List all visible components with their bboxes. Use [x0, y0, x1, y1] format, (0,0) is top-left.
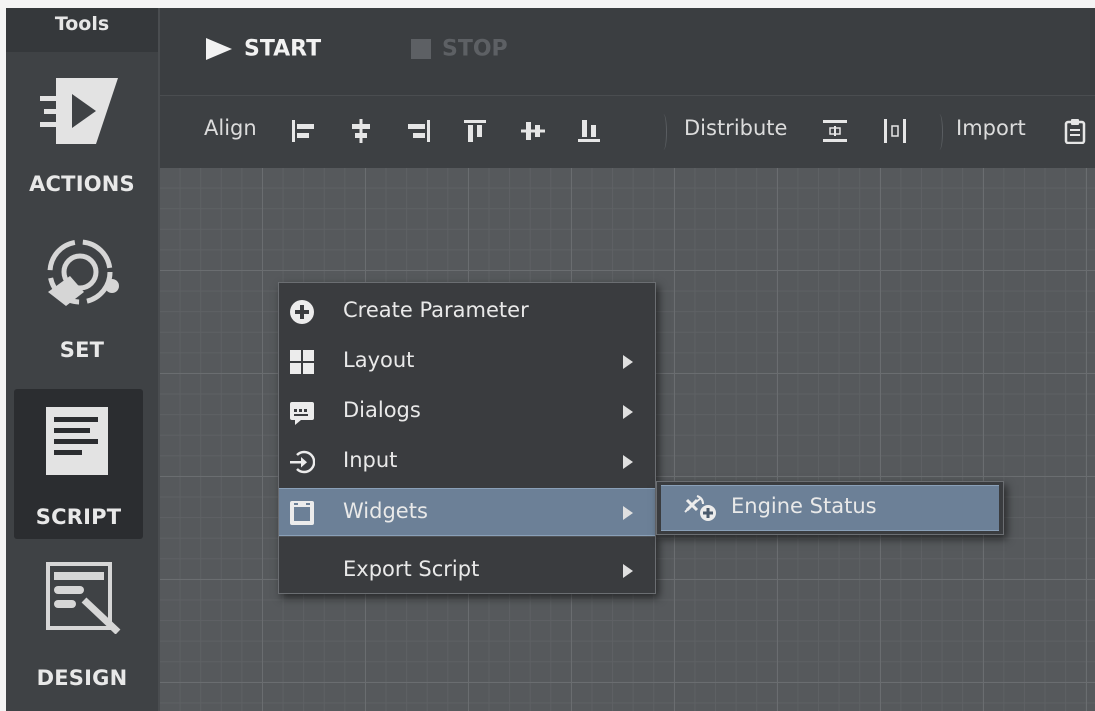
dialog-icon [290, 402, 314, 425]
tool-design[interactable]: DESIGN [6, 556, 158, 706]
align-middle-v-icon[interactable] [520, 118, 546, 144]
menu-item-label: Export Script [343, 557, 480, 581]
menu-item-label: Dialogs [343, 398, 421, 422]
input-icon [290, 450, 315, 474]
align-center-h-icon[interactable] [348, 118, 374, 144]
grid-icon [290, 350, 314, 374]
design-icon [46, 562, 121, 634]
menu-item-create-parameter[interactable]: Create Parameter [279, 288, 655, 336]
start-button[interactable]: START [204, 36, 321, 76]
chevron-right-icon [623, 405, 633, 419]
menu-separator [279, 536, 655, 537]
align-label: Align [204, 116, 257, 140]
tool-set-label: SET [59, 338, 105, 362]
submenu-item-engine-status[interactable]: Engine Status [661, 485, 999, 531]
run-toolbar: START STOP [160, 8, 1095, 95]
stop-label: STOP [442, 36, 508, 62]
stop-icon [411, 39, 431, 59]
align-top-icon[interactable] [462, 118, 488, 144]
distribute-vertical-icon[interactable] [822, 118, 848, 144]
tool-actions[interactable]: ACTIONS [6, 56, 158, 206]
menu-item-label: Widgets [343, 499, 428, 523]
menu-item-label: Input [343, 448, 398, 472]
clipboard-icon[interactable] [1062, 118, 1088, 144]
chevron-right-icon [623, 506, 633, 520]
distribute-horizontal-icon[interactable] [882, 118, 908, 144]
distribute-label: Distribute [684, 116, 788, 140]
app-window: Tools ACTIONS SET SCRIPT DESIGN START ST… [6, 8, 1095, 711]
toolbar-separator [660, 114, 667, 150]
menu-item-dialogs[interactable]: Dialogs [279, 388, 655, 436]
set-icon [47, 239, 119, 306]
tool-set[interactable]: SET [6, 228, 158, 378]
menu-item-layout[interactable]: Layout [279, 338, 655, 386]
menu-item-export-script[interactable]: Export Script [279, 547, 655, 595]
import-label: Import [956, 116, 1026, 140]
tool-script-label: SCRIPT [35, 505, 122, 529]
menu-item-widgets[interactable]: Widgets [279, 488, 655, 536]
satellite-add-icon [684, 495, 716, 521]
toolbar-separator [936, 114, 943, 150]
stop-button[interactable]: STOP [410, 36, 508, 76]
align-left-icon[interactable] [290, 118, 316, 144]
plus-circle-icon [290, 300, 314, 324]
tool-script[interactable]: SCRIPT [14, 389, 143, 539]
align-right-icon[interactable] [406, 118, 432, 144]
align-bottom-icon[interactable] [576, 118, 602, 144]
align-toolbar: Align Distribute Import [160, 96, 1095, 168]
widget-icon [290, 501, 314, 525]
tools-title: Tools [6, 8, 158, 52]
tool-actions-label: ACTIONS [29, 172, 135, 196]
tool-design-label: DESIGN [36, 666, 128, 690]
play-icon [206, 38, 232, 60]
widgets-submenu: Engine Status [656, 481, 1004, 535]
chevron-right-icon [623, 564, 633, 578]
tools-rail: Tools ACTIONS SET SCRIPT DESIGN [6, 8, 158, 711]
chevron-right-icon [623, 355, 633, 369]
start-label: START [244, 36, 322, 62]
context-menu: Create Parameter Layout Dialogs Input Wi… [278, 282, 656, 594]
menu-item-label: Layout [343, 348, 415, 372]
menu-item-label: Create Parameter [343, 298, 529, 322]
actions-icon [40, 78, 118, 144]
submenu-item-label: Engine Status [731, 494, 877, 518]
script-icon [46, 407, 108, 475]
chevron-right-icon [623, 455, 633, 469]
menu-item-input[interactable]: Input [279, 438, 655, 486]
